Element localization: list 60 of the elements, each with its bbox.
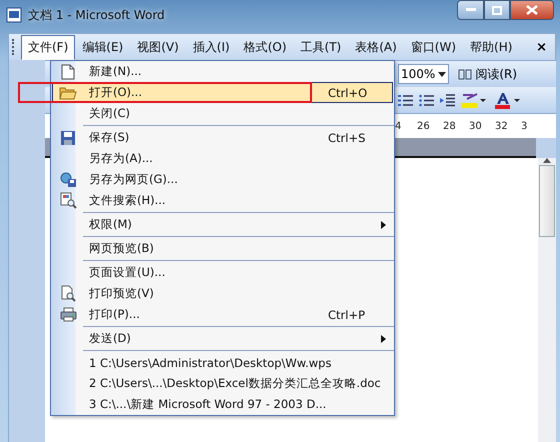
document-icon <box>61 64 75 80</box>
ruler-number: 32 <box>495 120 509 132</box>
close-button[interactable] <box>510 0 554 20</box>
word-app-icon <box>6 7 22 23</box>
menu-bar-item[interactable]: 表格(A) <box>348 34 404 60</box>
menu-item[interactable]: 另存为网页(G)... <box>52 169 393 190</box>
menu-item[interactable]: 页面设置(U)... <box>52 262 393 283</box>
menu-item[interactable]: 3 C:\...\新建 Microsoft Word 97 - 2003 D... <box>52 394 393 415</box>
menu-item[interactable]: 关闭(C) <box>52 103 393 124</box>
font-color-icon[interactable] <box>493 92 521 108</box>
maximize-button[interactable] <box>484 0 510 20</box>
menu-item[interactable]: 保存(S) Ctrl+S <box>52 127 393 148</box>
menu-item[interactable]: 打印预览(V) <box>52 283 393 304</box>
ruler-number: 26 <box>417 120 431 132</box>
ruler-number: 28 <box>443 120 457 132</box>
highlighter-icon[interactable] <box>461 92 487 108</box>
menu-item[interactable]: 新建(N)... <box>52 61 393 82</box>
scrollbar[interactable] <box>538 158 556 442</box>
bullet-list-icon[interactable] <box>419 94 434 106</box>
file-search-icon <box>60 192 76 209</box>
numbered-list-icon[interactable] <box>398 94 413 106</box>
zoom-dropdown[interactable]: 100% <box>398 64 450 84</box>
ruler-number: 30 <box>469 120 483 132</box>
close-icon <box>526 5 538 15</box>
dropdown-caret-icon <box>438 72 446 76</box>
window-title: 文档 1 - Microsoft Word <box>28 6 165 24</box>
indent-icon[interactable] <box>440 94 455 106</box>
minimize-button[interactable] <box>457 0 484 20</box>
book-icon <box>458 68 472 80</box>
menu-bar-item[interactable]: 工具(T) <box>294 34 348 60</box>
menu-bar-item[interactable]: 帮助(H) <box>463 34 520 60</box>
scroll-thumb[interactable] <box>539 165 555 237</box>
menu-bar-item[interactable]: 视图(V) <box>130 34 186 60</box>
menu-bar-item[interactable]: 格式(O) <box>236 34 294 60</box>
menu-item[interactable]: 另存为(A)... <box>52 148 393 169</box>
menu-bar-item[interactable]: 编辑(E) <box>75 34 130 60</box>
print-preview-icon <box>60 285 76 302</box>
read-button[interactable]: 阅读(R) <box>455 64 520 84</box>
globe-disk-icon <box>60 172 76 188</box>
shortcut-label: Ctrl+P <box>328 308 366 322</box>
menu-item[interactable]: 权限(M) <box>52 214 393 235</box>
maximize-icon <box>492 6 502 14</box>
printer-icon <box>60 307 76 322</box>
scroll-up-icon[interactable] <box>543 158 551 163</box>
shortcut-label: Ctrl+O <box>328 86 368 100</box>
menu-bar-item[interactable]: 插入(I) <box>186 34 237 60</box>
close-document-button[interactable]: × <box>536 40 547 54</box>
ruler-number: 3 <box>521 120 528 132</box>
menu-item[interactable]: 1 C:\Users\Administrator\Desktop\Ww.wps <box>52 352 393 373</box>
menu-item[interactable]: 发送(D) <box>52 328 393 349</box>
shortcut-label: Ctrl+S <box>328 130 366 144</box>
ruler-number: 4 <box>395 120 402 132</box>
menu-item[interactable]: 2 C:\Users\...\Desktop\Excel数据分类汇总全攻略.doc <box>52 373 393 394</box>
minimize-icon <box>466 8 476 12</box>
menu-bar-item[interactable]: 文件(F) <box>21 34 76 60</box>
folder-icon <box>59 86 77 100</box>
menu-item[interactable]: 网页预览(B) <box>52 238 393 259</box>
menu-bar-item[interactable]: 窗口(W) <box>404 34 464 60</box>
menu-item[interactable]: 打印(P)... Ctrl+P <box>52 304 393 325</box>
menu-item[interactable]: 文件搜索(H)... <box>52 190 393 211</box>
